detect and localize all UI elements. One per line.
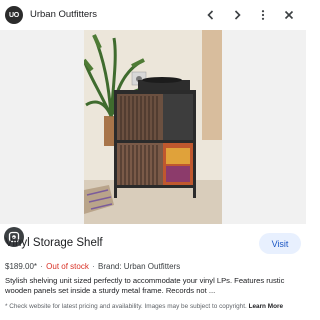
next-button[interactable] (227, 5, 247, 25)
more-options-button[interactable] (253, 5, 273, 25)
disclaimer-text: * Check website for latest pricing and a… (5, 303, 247, 310)
disclaimer: * Check website for latest pricing and a… (5, 303, 283, 310)
vinyl-shelf-photo (84, 30, 222, 224)
top-bar: UO Urban Outfitters (0, 0, 306, 30)
product-title[interactable]: Vinyl Storage Shelf (5, 237, 103, 249)
product-description: Stylish shelving unit sized perfectly to… (5, 276, 285, 295)
site-name[interactable]: Urban Outfitters (30, 9, 97, 20)
stock-status: Out of stock (46, 262, 89, 271)
site-logo[interactable]: UO (5, 6, 23, 24)
image-viewer (0, 30, 306, 247)
close-icon (284, 10, 294, 20)
product-meta: $189.00* · Out of stock · Brand: Urban O… (5, 262, 180, 271)
price: $189.00* (5, 262, 38, 271)
more-vert-icon (261, 10, 265, 20)
previous-button[interactable] (201, 5, 221, 25)
learn-more-link[interactable]: Learn More (249, 303, 283, 310)
product-image[interactable] (84, 30, 222, 224)
close-button[interactable] (279, 5, 299, 25)
brand: Brand: Urban Outfitters (98, 262, 181, 271)
chevron-right-icon (234, 10, 241, 20)
separator-dot: · (92, 262, 95, 271)
visit-button[interactable]: Visit (259, 233, 301, 254)
separator-dot: · (40, 262, 43, 271)
chevron-left-icon (207, 10, 214, 20)
